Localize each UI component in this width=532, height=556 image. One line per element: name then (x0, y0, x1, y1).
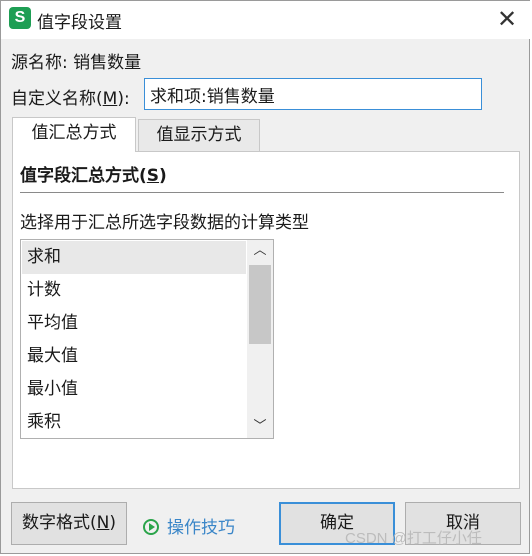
chevron-down-icon: ﹀ (253, 419, 267, 434)
watermark: CSDN @打工仔小任 (345, 530, 482, 547)
close-icon: ✕ (496, 5, 518, 33)
calc-type-description: 选择用于汇总所选字段数据的计算类型 (20, 213, 309, 233)
chevron-up-icon: ︿ (253, 243, 267, 258)
list-item-product[interactable]: 乘积 (22, 406, 246, 438)
tab-summarize-by[interactable]: 值汇总方式 (12, 117, 136, 152)
source-name-value: 销售数量 (73, 53, 142, 73)
list-scrollbar[interactable]: ︿ ﹀ (247, 240, 273, 438)
section-title-accesskey: S (146, 166, 160, 186)
app-logo-icon: S (9, 7, 31, 29)
custom-name-label: 自定义名称(M): (11, 84, 130, 109)
number-format-accesskey: N (96, 513, 110, 533)
list-item-max[interactable]: 最大值 (22, 340, 246, 373)
tab-show-values-as[interactable]: 值显示方式 (138, 119, 260, 151)
summary-function-list[interactable]: 求和 计数 平均值 最大值 最小值 乘积 ︿ ﹀ (20, 239, 274, 439)
scroll-down-button[interactable]: ﹀ (247, 416, 273, 438)
close-button[interactable]: ✕ (489, 3, 525, 35)
tips-link[interactable]: 操作技巧 (143, 513, 235, 538)
number-format-suffix: ) (109, 513, 116, 533)
section-divider (20, 192, 504, 193)
value-field-settings-dialog: S 值字段设置 ✕ 源名称: 销售数量 自定义名称(M): 值汇总方式 值显示方… (0, 0, 531, 554)
number-format-button[interactable]: 数字格式(N) (11, 502, 127, 545)
list-item-average[interactable]: 平均值 (22, 307, 246, 340)
scroll-up-button[interactable]: ︿ (247, 240, 273, 262)
custom-name-accesskey: M (102, 89, 118, 109)
title-bar: S 值字段设置 ✕ (1, 1, 531, 39)
custom-name-input[interactable] (144, 78, 482, 110)
source-name-row: 源名称: 销售数量 (11, 48, 141, 73)
summarize-panel: 值字段汇总方式(S) 选择用于汇总所选字段数据的计算类型 求和 计数 平均值 最… (12, 151, 520, 489)
custom-name-label-prefix: 自定义名称( (11, 89, 103, 109)
list-item-sum[interactable]: 求和 (22, 241, 246, 274)
source-name-label: 源名称: (11, 53, 68, 73)
list-item-count[interactable]: 计数 (22, 274, 246, 307)
section-title-suffix: ) (159, 166, 167, 186)
play-circle-icon (143, 519, 159, 535)
list-item-min[interactable]: 最小值 (22, 373, 246, 406)
section-title: 值字段汇总方式(S) (20, 161, 167, 186)
dialog-title: 值字段设置 (37, 13, 122, 33)
section-title-prefix: 值字段汇总方式( (20, 166, 147, 186)
custom-name-label-suffix: ): (117, 89, 130, 109)
scroll-thumb[interactable] (249, 265, 271, 344)
number-format-prefix: 数字格式( (22, 513, 97, 533)
tips-label: 操作技巧 (167, 518, 235, 538)
